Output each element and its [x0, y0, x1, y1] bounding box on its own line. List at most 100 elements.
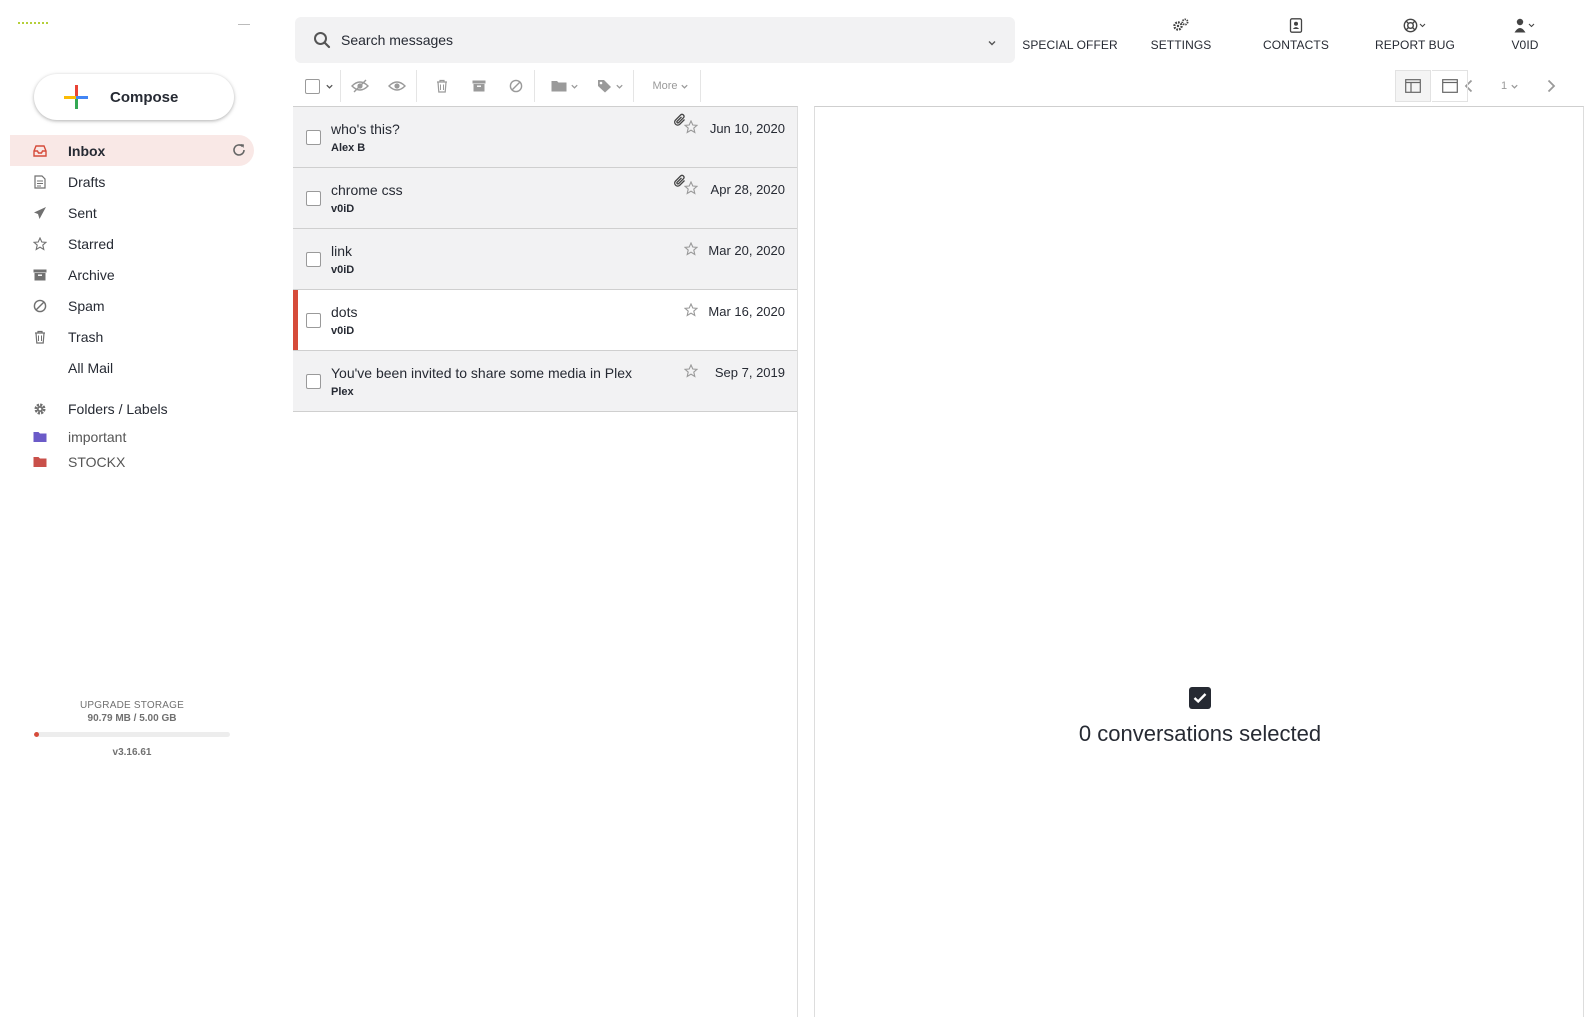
message-checkbox[interactable] — [306, 191, 321, 206]
message-subject: You've been invited to share some media … — [331, 365, 633, 381]
eye-slash-icon — [350, 79, 369, 93]
sidebar-item-label: All Mail — [68, 359, 114, 376]
gears-icon — [1172, 17, 1190, 33]
message-sender: v0iD — [331, 325, 355, 337]
collapse-sidebar-icon[interactable] — [238, 24, 250, 30]
chevron-down-icon — [571, 84, 578, 89]
star-icon[interactable] — [683, 302, 699, 317]
sidebar-item-label: Sent — [68, 204, 97, 221]
message-row-4[interactable]: You've been invited to share some media … — [293, 351, 797, 412]
message-toolbar: More 1 — [293, 70, 1583, 104]
mark-unread-button[interactable] — [341, 70, 379, 102]
search-options-chevron-icon[interactable] — [987, 35, 997, 46]
move-to-folder-button[interactable] — [542, 70, 588, 102]
select-all-checkbox[interactable] — [293, 70, 340, 102]
organize-group — [542, 70, 634, 102]
next-page-button[interactable] — [1535, 70, 1567, 102]
apply-label-button[interactable] — [588, 70, 634, 102]
message-checkbox[interactable] — [306, 313, 321, 328]
settings-link[interactable]: SETTINGS — [1141, 12, 1221, 52]
sidebar-item-spam[interactable]: Spam — [10, 290, 254, 321]
search-icon — [313, 31, 331, 49]
compose-plus-icon — [64, 85, 88, 109]
folder-icon — [551, 81, 567, 92]
chevron-down-icon — [680, 84, 688, 89]
message-sender: v0iD — [331, 264, 355, 276]
spam-icon — [509, 79, 522, 93]
sidebar-item-label: Folders / Labels — [68, 400, 168, 417]
move-actions-group — [424, 70, 535, 102]
star-icon[interactable] — [683, 180, 699, 195]
special-offer-link[interactable]: SPECIAL OFFER — [1020, 12, 1120, 52]
message-row-1[interactable]: chrome css v0iD Apr 28, 2020 — [293, 168, 797, 229]
message-date: Sep 7, 2019 — [714, 365, 785, 380]
message-checkbox[interactable] — [306, 130, 321, 145]
trash-button[interactable] — [424, 70, 461, 102]
message-row-3[interactable]: dots v0iD Mar 16, 2020 — [293, 290, 797, 351]
folder-icon — [33, 430, 47, 444]
pagination: 1 — [1453, 70, 1583, 102]
spam-button[interactable] — [497, 70, 534, 102]
sidebar-item-sent[interactable]: Sent — [10, 197, 254, 228]
sidebar-item-all-mail[interactable]: All Mail — [10, 352, 254, 383]
sidebar-folder-important[interactable]: important — [10, 424, 254, 449]
contacts-link[interactable]: CONTACTS — [1256, 12, 1336, 52]
sidebar-item-trash[interactable]: Trash — [10, 321, 254, 352]
message-checkbox[interactable] — [306, 252, 321, 267]
sidebar-item-folders-labels[interactable]: Folders / Labels — [10, 393, 254, 424]
row-layout-button[interactable] — [1432, 70, 1468, 102]
star-icon — [33, 236, 47, 251]
sidebar-folder-label: STOCKX — [68, 453, 126, 470]
sidebar-item-archive[interactable]: Archive — [10, 259, 254, 290]
chevron-right-icon — [1547, 79, 1556, 93]
sent-icon — [33, 206, 47, 220]
message-row-2[interactable]: link v0iD Mar 20, 2020 — [293, 229, 797, 290]
compose-button[interactable]: Compose — [34, 74, 234, 120]
trash-icon — [33, 330, 47, 344]
user-menu[interactable]: V0ID — [1485, 12, 1565, 52]
compose-label: Compose — [110, 88, 179, 106]
inbox-icon — [33, 144, 47, 158]
refresh-icon[interactable] — [232, 143, 246, 157]
lifebuoy-icon — [1403, 17, 1427, 33]
mark-read-button[interactable] — [379, 70, 417, 102]
settings-label: SETTINGS — [1150, 38, 1212, 52]
message-subject: chrome css — [331, 182, 403, 198]
read-unread-group — [341, 70, 417, 102]
archive-icon — [33, 268, 47, 282]
star-icon[interactable] — [683, 119, 699, 134]
star-icon[interactable] — [683, 241, 699, 256]
search-bar[interactable] — [295, 17, 1015, 63]
tag-icon — [597, 80, 611, 93]
search-input[interactable] — [341, 32, 987, 48]
sidebar-folder-stockx[interactable]: STOCKX — [10, 449, 254, 474]
message-row-0[interactable]: who's this? Alex B Jun 10, 2020 — [293, 107, 797, 168]
sidebar-item-label: Drafts — [68, 173, 106, 190]
sidebar-item-starred[interactable]: Starred — [10, 228, 254, 259]
message-subject: who's this? — [331, 121, 400, 137]
sidebar-item-inbox[interactable]: Inbox — [10, 135, 254, 166]
sidebar-item-label: Archive — [68, 266, 115, 283]
storage-bar-fill — [34, 732, 39, 737]
message-date: Mar 20, 2020 — [708, 243, 785, 258]
trash-icon — [437, 79, 448, 93]
sidebar-item-drafts[interactable]: Drafts — [10, 166, 254, 197]
logo[interactable] — [18, 22, 48, 28]
selection-count: 0 conversations selected — [1078, 721, 1322, 746]
storage-amount: 90.79 MB / 5.00 GB — [87, 713, 177, 724]
archive-icon — [472, 80, 486, 92]
column-layout-button[interactable] — [1395, 70, 1431, 102]
message-date: Mar 16, 2020 — [708, 304, 785, 319]
message-checkbox[interactable] — [306, 374, 321, 389]
report-bug-link[interactable]: REPORT BUG — [1365, 12, 1465, 52]
folder-nav: Inbox Drafts Sent Starred Archive Spam T… — [10, 135, 254, 474]
more-button[interactable]: More — [641, 70, 700, 102]
page-select[interactable]: 1 — [1485, 70, 1535, 102]
chevron-down-icon — [616, 84, 623, 89]
archive-button[interactable] — [461, 70, 498, 102]
message-sender: Plex — [331, 386, 354, 398]
star-icon[interactable] — [683, 363, 699, 378]
upgrade-storage-link[interactable]: UPGRADE STORAGE — [34, 700, 230, 711]
sidebar-item-label: Starred — [68, 235, 114, 252]
column-layout-icon — [1405, 79, 1421, 93]
